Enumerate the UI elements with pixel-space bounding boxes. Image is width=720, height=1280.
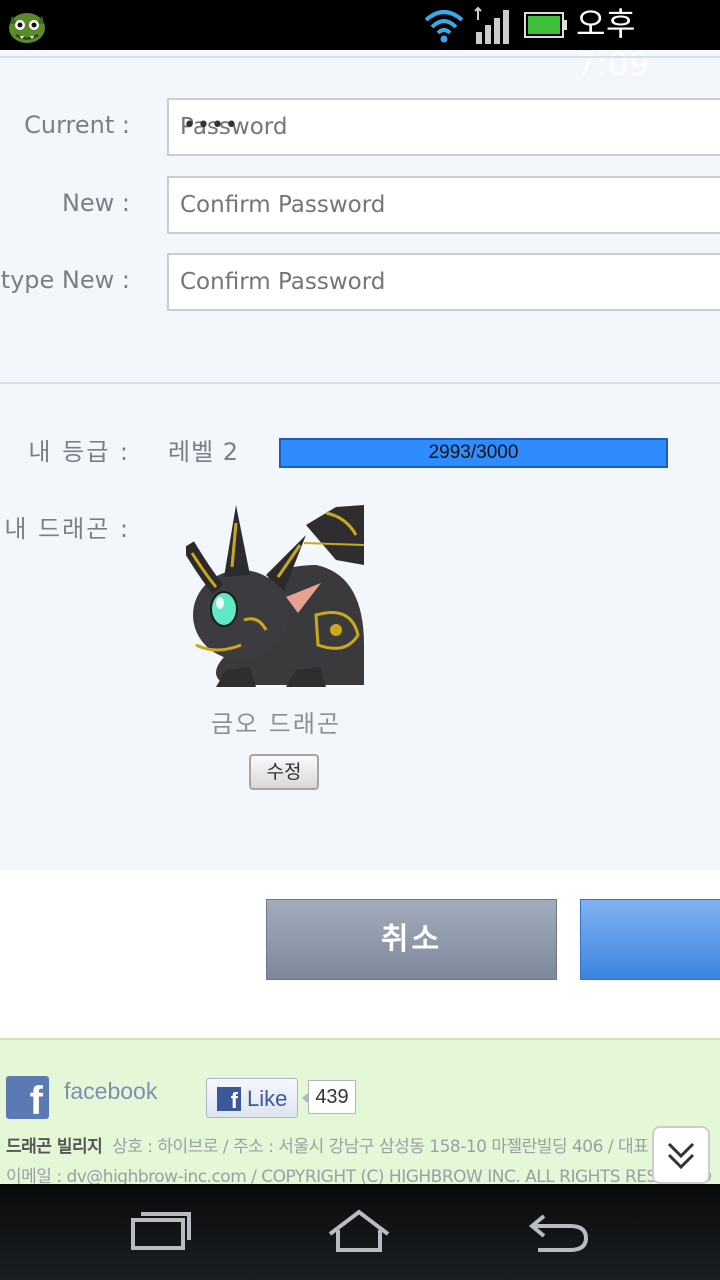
navigation-bar xyxy=(0,1184,720,1280)
new-password-label: New : xyxy=(61,189,130,217)
cancel-button[interactable]: 취소 xyxy=(266,899,557,980)
footer: f facebook f Like 439 드래곤 빌리지 상호 : 하이브로 … xyxy=(0,1038,720,1187)
facebook-icon[interactable]: f xyxy=(6,1076,49,1119)
retype-password-label: -type New : xyxy=(0,266,130,294)
edit-dragon-button[interactable]: 수정 xyxy=(249,754,319,790)
dragon-app-icon xyxy=(9,13,45,43)
dragon-label: 내 드래곤 : xyxy=(4,515,130,543)
status-bar: 오후 7:09 xyxy=(0,0,720,83)
clock: 오후 7:09 xyxy=(576,5,650,83)
dragon-name: 금오 드래곤 xyxy=(210,710,342,738)
double-chevron-down-icon xyxy=(667,1142,695,1170)
current-password-label: Current : xyxy=(24,111,130,139)
signal-icon xyxy=(474,6,509,44)
level-text: 레벨 2 xyxy=(168,438,240,466)
company-info: 드래곤 빌리지 상호 : 하이브로 / 주소 : 서울시 강남구 삼성동 158… xyxy=(6,1132,649,1157)
like-count: 439 xyxy=(302,1080,356,1114)
divider xyxy=(0,382,720,384)
password-mask: •••• xyxy=(183,113,239,138)
exp-progress-text: 2993/3000 xyxy=(428,442,519,463)
like-label: Like xyxy=(247,1086,288,1111)
current-password-input[interactable] xyxy=(167,98,720,156)
divider xyxy=(0,56,720,58)
company-line: 상호 : 하이브로 / 주소 : 서울시 강남구 삼성동 158-10 마젤란빌… xyxy=(112,1137,649,1157)
wifi-icon xyxy=(424,10,464,43)
battery-icon xyxy=(524,12,567,38)
dragon-image xyxy=(186,505,365,687)
new-password-input[interactable] xyxy=(167,176,720,234)
grade-label: 내 등급 : xyxy=(28,438,130,466)
exp-progress-bar: 2993/3000 xyxy=(279,438,668,468)
recent-apps-icon[interactable] xyxy=(125,1206,195,1256)
facebook-like-icon: f xyxy=(217,1087,241,1111)
home-icon[interactable] xyxy=(324,1206,394,1256)
retype-password-input[interactable] xyxy=(167,253,720,311)
back-icon[interactable] xyxy=(524,1206,594,1256)
brand-name: 드래곤 빌리지 xyxy=(6,1137,103,1157)
facebook-link[interactable]: facebook xyxy=(64,1078,157,1105)
confirm-button[interactable]: 완 xyxy=(580,899,720,980)
like-button[interactable]: f Like xyxy=(206,1078,298,1118)
scroll-down-button[interactable] xyxy=(652,1126,710,1184)
